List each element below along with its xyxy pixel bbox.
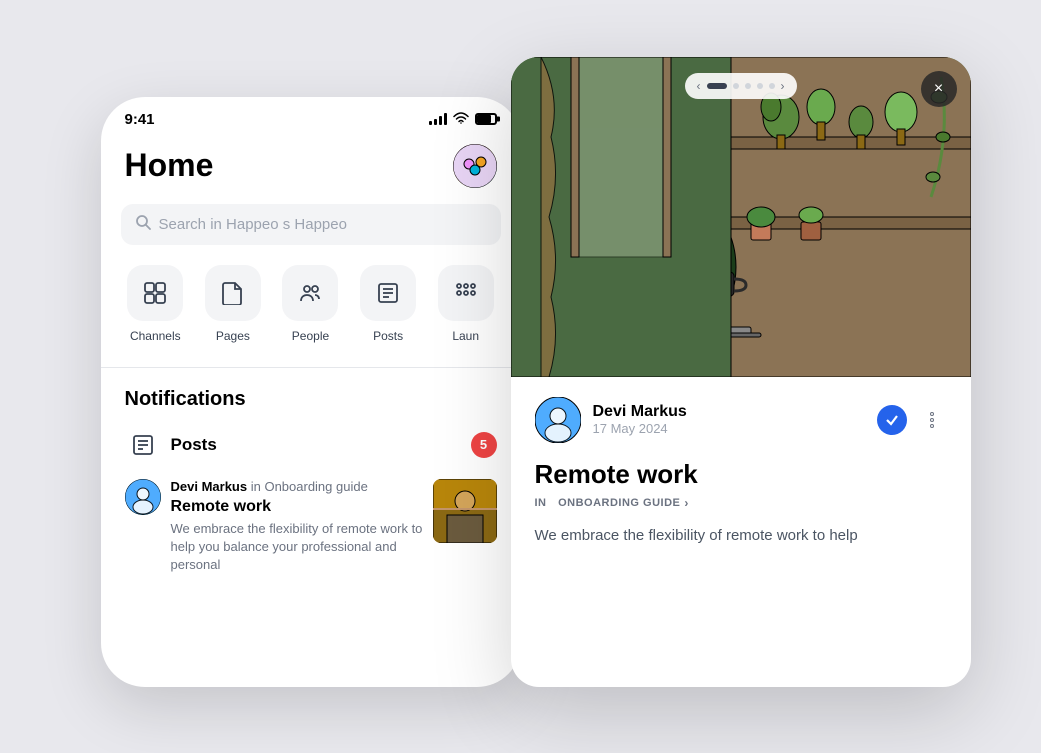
post-thumbnail — [433, 479, 497, 543]
page-title: Home — [125, 147, 214, 184]
search-icon — [135, 214, 151, 235]
home-header: Home — [101, 136, 521, 204]
nav-item-people[interactable]: People — [272, 265, 350, 343]
carousel-dot-4 — [757, 83, 763, 89]
status-icons — [429, 112, 497, 127]
notifications-title: Notifications — [125, 388, 497, 411]
people-icon — [282, 265, 338, 321]
card-post-title: Remote work — [535, 459, 947, 490]
card-channel-tag[interactable]: in ONBOARDING GUIDE › — [535, 496, 947, 510]
search-bar[interactable]: Search in Happeo s Happeo — [121, 204, 501, 245]
card-date: 17 May 2024 — [593, 421, 865, 436]
carousel-dot-5 — [769, 83, 775, 89]
posts-section-label: Posts — [171, 435, 461, 455]
nav-item-channels[interactable]: Channels — [117, 265, 195, 343]
post-author-line: Devi Markus in Onboarding guide — [171, 479, 423, 494]
card-author-row: Devi Markus 17 May 2024 — [535, 397, 947, 443]
more-options-button[interactable] — [917, 405, 947, 435]
nav-label-launch: Laun — [452, 329, 479, 343]
posts-icon — [360, 265, 416, 321]
search-input-placeholder: Search in Happeo s Happeo — [159, 216, 347, 233]
posts-section-icon — [125, 427, 161, 463]
notifications-section: Notifications Posts 5 — [101, 388, 521, 575]
nav-label-channels: Channels — [130, 329, 181, 343]
carousel-dot-2 — [733, 83, 739, 89]
card-excerpt: We embrace the flexibility of remote wor… — [535, 524, 947, 548]
quick-nav: Channels Pages — [101, 265, 521, 343]
phone-frame: 9:41 — [101, 97, 521, 687]
battery-icon — [475, 113, 497, 125]
signal-icon — [429, 113, 447, 125]
channel-name: ONBOARDING GUIDE — [558, 497, 680, 509]
card-author-avatar — [535, 397, 581, 443]
post-channel-label: in Onboarding guide — [251, 479, 368, 494]
channel-label-text: in — [535, 497, 547, 509]
post-title-small: Remote work — [171, 498, 423, 516]
verified-icon — [877, 405, 907, 435]
wifi-icon — [453, 112, 469, 127]
posts-row: Posts 5 — [125, 427, 497, 463]
post-author-name: Devi Markus — [171, 479, 248, 494]
channel-arrow-icon: › — [684, 496, 689, 510]
launch-icon — [438, 265, 494, 321]
pages-icon — [205, 265, 261, 321]
author-avatar-small — [125, 479, 161, 515]
carousel-prev[interactable]: ‹ — [697, 79, 701, 93]
close-button[interactable]: × — [921, 71, 957, 107]
card-content: Devi Markus 17 May 2024 — [511, 377, 971, 568]
carousel-dot-1 — [707, 83, 727, 89]
nav-item-posts[interactable]: Posts — [349, 265, 427, 343]
card-actions — [877, 405, 947, 435]
avatar[interactable] — [453, 144, 497, 188]
card-image: ‹ › × — [511, 57, 971, 377]
card-author-info: Devi Markus 17 May 2024 — [593, 403, 865, 436]
card-author-name: Devi Markus — [593, 403, 865, 421]
scene: 9:41 — [71, 57, 971, 697]
post-preview: Devi Markus in Onboarding guide Remote w… — [125, 479, 497, 575]
nav-label-pages: Pages — [216, 329, 250, 343]
nav-item-pages[interactable]: Pages — [194, 265, 272, 343]
status-bar: 9:41 — [101, 97, 521, 136]
nav-label-posts: Posts — [373, 329, 403, 343]
carousel-next[interactable]: › — [781, 79, 785, 93]
nav-label-people: People — [292, 329, 329, 343]
carousel-dot-3 — [745, 83, 751, 89]
carousel-controls: ‹ › — [685, 73, 797, 99]
nav-item-launch[interactable]: Laun — [427, 265, 505, 343]
posts-badge: 5 — [471, 432, 497, 458]
divider — [101, 367, 521, 368]
status-time: 9:41 — [125, 111, 155, 128]
post-info: Devi Markus in Onboarding guide Remote w… — [171, 479, 423, 575]
post-excerpt-small: We embrace the flexibility of remote wor… — [171, 520, 423, 575]
channels-icon — [127, 265, 183, 321]
post-card: ‹ › × — [511, 57, 971, 687]
